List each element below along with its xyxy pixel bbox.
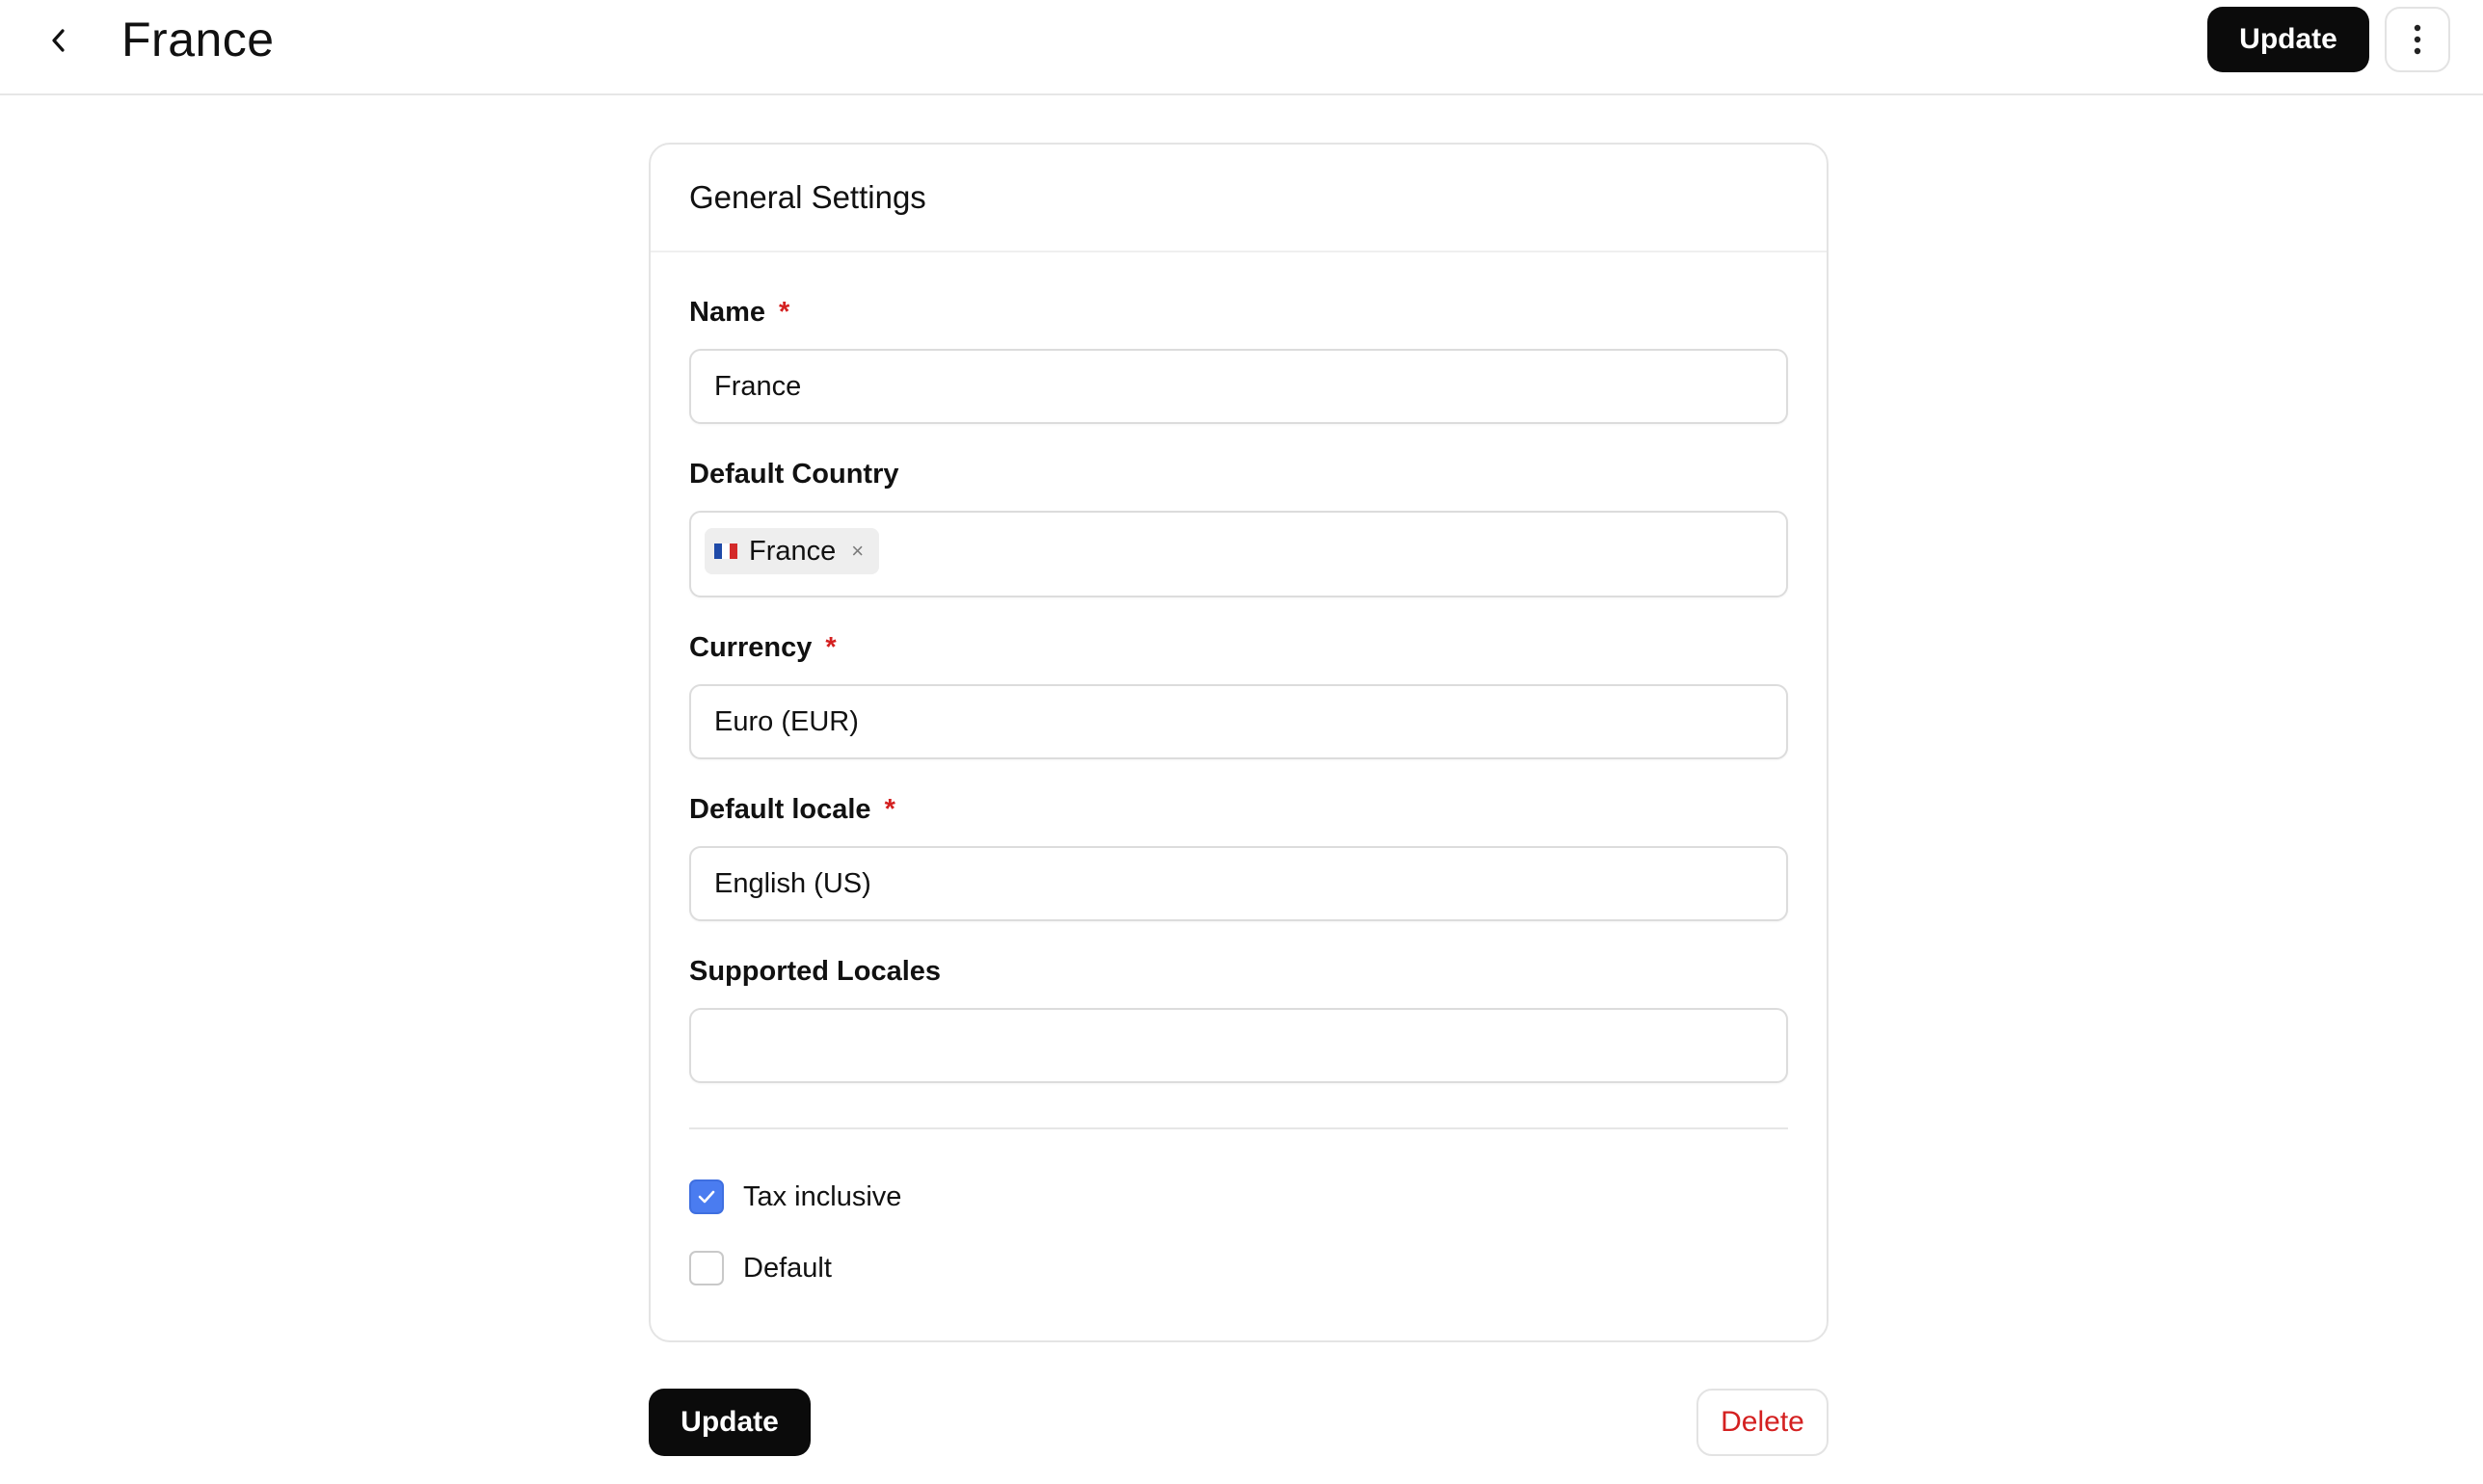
tax-inclusive-checkbox[interactable] <box>689 1179 724 1214</box>
chip-remove-icon[interactable]: × <box>851 541 864 562</box>
tax-inclusive-row: Tax inclusive <box>689 1178 901 1216</box>
card-title: General Settings <box>689 179 926 215</box>
more-vertical-icon <box>2414 24 2421 55</box>
top-bar: France Update <box>0 0 2483 95</box>
general-settings-card: General Settings Name * France Default Co… <box>649 143 1829 1342</box>
required-mark: * <box>884 794 895 825</box>
required-mark: * <box>825 632 837 663</box>
more-options-button[interactable] <box>2385 7 2450 72</box>
currency-label: Currency * <box>689 630 837 665</box>
name-label-text: Name <box>689 297 765 328</box>
default-country-select[interactable]: France × <box>689 511 1788 597</box>
check-icon <box>698 1190 715 1204</box>
page-title: France <box>121 13 275 66</box>
default-label: Default <box>743 1253 832 1284</box>
currency-label-text: Currency <box>689 632 813 663</box>
default-locale-select[interactable]: English (US) <box>689 846 1788 921</box>
currency-value: Euro (EUR) <box>714 706 859 737</box>
default-country-label: Default Country <box>689 459 899 490</box>
supported-locales-label: Supported Locales <box>689 956 942 987</box>
chevron-left-icon <box>52 29 65 52</box>
tax-inclusive-label: Tax inclusive <box>743 1181 902 1212</box>
default-locale-label: Default locale * <box>689 792 895 827</box>
header-update-button[interactable]: Update <box>2207 7 2369 72</box>
france-flag-icon <box>714 543 737 559</box>
default-locale-label-text: Default locale <box>689 794 871 825</box>
name-input-value: France <box>714 371 802 402</box>
default-row: Default <box>689 1249 832 1287</box>
divider <box>689 1127 1788 1129</box>
card-header: General Settings <box>651 145 1827 252</box>
name-label: Name * <box>689 295 789 330</box>
default-locale-value: English (US) <box>714 868 871 899</box>
currency-select[interactable]: Euro (EUR) <box>689 684 1788 759</box>
update-button[interactable]: Update <box>649 1389 811 1456</box>
back-button[interactable] <box>35 17 81 64</box>
supported-locales-select[interactable] <box>689 1008 1788 1083</box>
country-chip: France × <box>705 528 880 574</box>
required-mark: * <box>779 297 790 328</box>
country-chip-label: France <box>749 536 837 567</box>
name-input[interactable]: France <box>689 349 1788 424</box>
default-checkbox[interactable] <box>689 1251 724 1285</box>
delete-button[interactable]: Delete <box>1696 1389 1829 1456</box>
